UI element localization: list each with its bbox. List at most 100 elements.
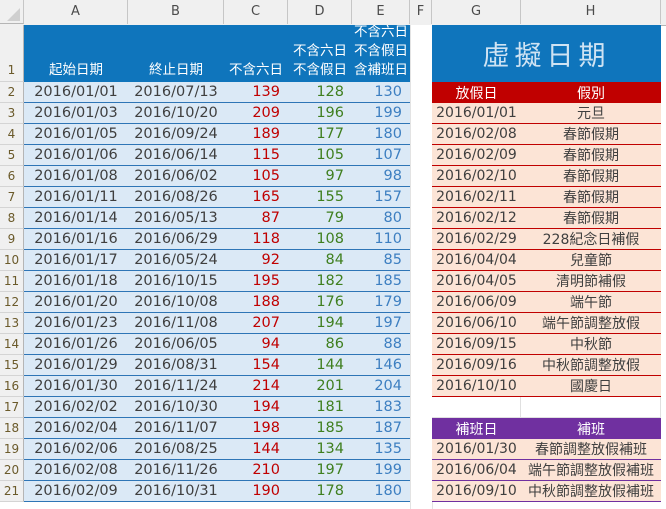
- row-header-6[interactable]: 6: [0, 166, 24, 187]
- cell-days-incl-makeup[interactable]: 197: [352, 313, 410, 334]
- holiday-kind[interactable]: 春節假期: [521, 187, 661, 208]
- cell-end-date[interactable]: 2016/11/24: [128, 376, 224, 397]
- holiday-kind[interactable]: 中秋節調整放假: [521, 355, 661, 376]
- holiday-date[interactable]: 2016/02/12: [432, 208, 521, 229]
- row-header-7[interactable]: 7: [0, 187, 24, 208]
- cell-days-excl-weekend-holiday[interactable]: 97: [288, 166, 352, 187]
- holiday-date[interactable]: 2016/04/04: [432, 250, 521, 271]
- makeup-kind[interactable]: 春節調整放假補班: [521, 439, 661, 460]
- holiday-date[interactable]: 2016/02/10: [432, 166, 521, 187]
- cell-days-excl-weekend[interactable]: 118: [224, 229, 288, 250]
- spreadsheet-grid[interactable]: ABCDEFGH 1 2 3 4 5 6 7 8 9 10 11 12 13 14 15 16 17 18 19 20…: [0, 0, 666, 509]
- cell-days-excl-weekend[interactable]: 189: [224, 124, 288, 145]
- holiday-date[interactable]: 2016/06/09: [432, 292, 521, 313]
- cell-days-excl-weekend[interactable]: 165: [224, 187, 288, 208]
- row-header-8[interactable]: 8: [0, 208, 24, 229]
- row-header-17[interactable]: 17: [0, 397, 24, 418]
- cell-days-excl-weekend-holiday[interactable]: 181: [288, 397, 352, 418]
- cell-days-excl-weekend[interactable]: 154: [224, 355, 288, 376]
- cell-days-excl-weekend-holiday[interactable]: 201: [288, 376, 352, 397]
- cell-days-incl-makeup[interactable]: 85: [352, 250, 410, 271]
- cell-end-date[interactable]: 2016/05/24: [128, 250, 224, 271]
- cell-days-incl-makeup[interactable]: 204: [352, 376, 410, 397]
- row-header-20[interactable]: 20: [0, 460, 24, 481]
- cell-days-excl-weekend-holiday[interactable]: 134: [288, 439, 352, 460]
- cell-days-excl-weekend[interactable]: 207: [224, 313, 288, 334]
- makeup-date[interactable]: 2016/01/30: [432, 439, 521, 460]
- cell-days-excl-weekend-holiday[interactable]: 176: [288, 292, 352, 313]
- cell-start-date[interactable]: 2016/01/20: [24, 292, 128, 313]
- cell-days-excl-weekend[interactable]: 139: [224, 82, 288, 103]
- cell-end-date[interactable]: 2016/07/13: [128, 82, 224, 103]
- row-header-13[interactable]: 13: [0, 313, 24, 334]
- cell-end-date[interactable]: 2016/08/31: [128, 355, 224, 376]
- cell-end-date[interactable]: 2016/10/30: [128, 397, 224, 418]
- column-header-c[interactable]: C: [224, 0, 288, 24]
- column-header-f[interactable]: F: [410, 0, 432, 24]
- cell-days-excl-weekend-holiday[interactable]: 79: [288, 208, 352, 229]
- cell-start-date[interactable]: 2016/01/05: [24, 124, 128, 145]
- cell-start-date[interactable]: 2016/02/08: [24, 460, 128, 481]
- cell-days-excl-weekend[interactable]: 214: [224, 376, 288, 397]
- cell-days-excl-weekend[interactable]: 144: [224, 439, 288, 460]
- holiday-kind[interactable]: 228紀念日補假: [521, 229, 661, 250]
- cell-days-incl-makeup[interactable]: 183: [352, 397, 410, 418]
- cell-days-incl-makeup[interactable]: 107: [352, 145, 410, 166]
- makeup-date[interactable]: 2016/06/04: [432, 460, 521, 481]
- row-header-5[interactable]: 5: [0, 145, 24, 166]
- cell-start-date[interactable]: 2016/01/29: [24, 355, 128, 376]
- cell-days-excl-weekend-holiday[interactable]: 177: [288, 124, 352, 145]
- cell-days-excl-weekend-holiday[interactable]: 108: [288, 229, 352, 250]
- cell-start-date[interactable]: 2016/02/06: [24, 439, 128, 460]
- holiday-date[interactable]: 2016/06/10: [432, 313, 521, 334]
- cell-days-incl-makeup[interactable]: 146: [352, 355, 410, 376]
- blank-cell[interactable]: [432, 397, 521, 418]
- cell-days-excl-weekend[interactable]: 209: [224, 103, 288, 124]
- cell-end-date[interactable]: 2016/10/20: [128, 103, 224, 124]
- holiday-date[interactable]: 2016/02/11: [432, 187, 521, 208]
- row-header-3[interactable]: 3: [0, 103, 24, 124]
- column-header-d[interactable]: D: [288, 0, 352, 24]
- cell-end-date[interactable]: 2016/06/29: [128, 229, 224, 250]
- cell-days-excl-weekend[interactable]: 94: [224, 334, 288, 355]
- row-header-12[interactable]: 12: [0, 292, 24, 313]
- holiday-kind[interactable]: 清明節補假: [521, 271, 661, 292]
- cell-days-excl-weekend-holiday[interactable]: 196: [288, 103, 352, 124]
- cell-days-excl-weekend[interactable]: 195: [224, 271, 288, 292]
- cell-days-incl-makeup[interactable]: 179: [352, 292, 410, 313]
- cell-days-excl-weekend[interactable]: 115: [224, 145, 288, 166]
- cell-days-excl-weekend[interactable]: 188: [224, 292, 288, 313]
- cell-start-date[interactable]: 2016/01/11: [24, 187, 128, 208]
- holiday-kind[interactable]: 春節假期: [521, 124, 661, 145]
- cell-days-excl-weekend-holiday[interactable]: 185: [288, 418, 352, 439]
- column-header-g[interactable]: G: [432, 0, 521, 24]
- holiday-date[interactable]: 2016/04/05: [432, 271, 521, 292]
- cell-days-excl-weekend-holiday[interactable]: 84: [288, 250, 352, 271]
- cell-end-date[interactable]: 2016/08/25: [128, 439, 224, 460]
- cell-end-date[interactable]: 2016/11/26: [128, 460, 224, 481]
- cell-start-date[interactable]: 2016/02/04: [24, 418, 128, 439]
- cell-days-incl-makeup[interactable]: 199: [352, 103, 410, 124]
- cell-end-date[interactable]: 2016/06/05: [128, 334, 224, 355]
- cell-days-incl-makeup[interactable]: 157: [352, 187, 410, 208]
- cell-days-excl-weekend[interactable]: 190: [224, 481, 288, 502]
- cell-end-date[interactable]: 2016/06/14: [128, 145, 224, 166]
- cell-start-date[interactable]: 2016/01/30: [24, 376, 128, 397]
- cell-end-date[interactable]: 2016/10/15: [128, 271, 224, 292]
- makeup-kind[interactable]: 端午節調整放假補班: [521, 460, 661, 481]
- cell-days-excl-weekend[interactable]: 198: [224, 418, 288, 439]
- cell-end-date[interactable]: 2016/08/26: [128, 187, 224, 208]
- holiday-date[interactable]: 2016/01/01: [432, 103, 521, 124]
- spacer-column-f[interactable]: [410, 25, 432, 509]
- cell-start-date[interactable]: 2016/02/02: [24, 397, 128, 418]
- cell-days-incl-makeup[interactable]: 180: [352, 124, 410, 145]
- row-header-16[interactable]: 16: [0, 376, 24, 397]
- holiday-kind[interactable]: 春節假期: [521, 208, 661, 229]
- cell-days-excl-weekend-holiday[interactable]: 182: [288, 271, 352, 292]
- cell-end-date[interactable]: 2016/11/08: [128, 313, 224, 334]
- cell-start-date[interactable]: 2016/01/17: [24, 250, 128, 271]
- cell-start-date[interactable]: 2016/01/01: [24, 82, 128, 103]
- row-header-18[interactable]: 18: [0, 418, 24, 439]
- row-header-4[interactable]: 4: [0, 124, 24, 145]
- row-header-19[interactable]: 19: [0, 439, 24, 460]
